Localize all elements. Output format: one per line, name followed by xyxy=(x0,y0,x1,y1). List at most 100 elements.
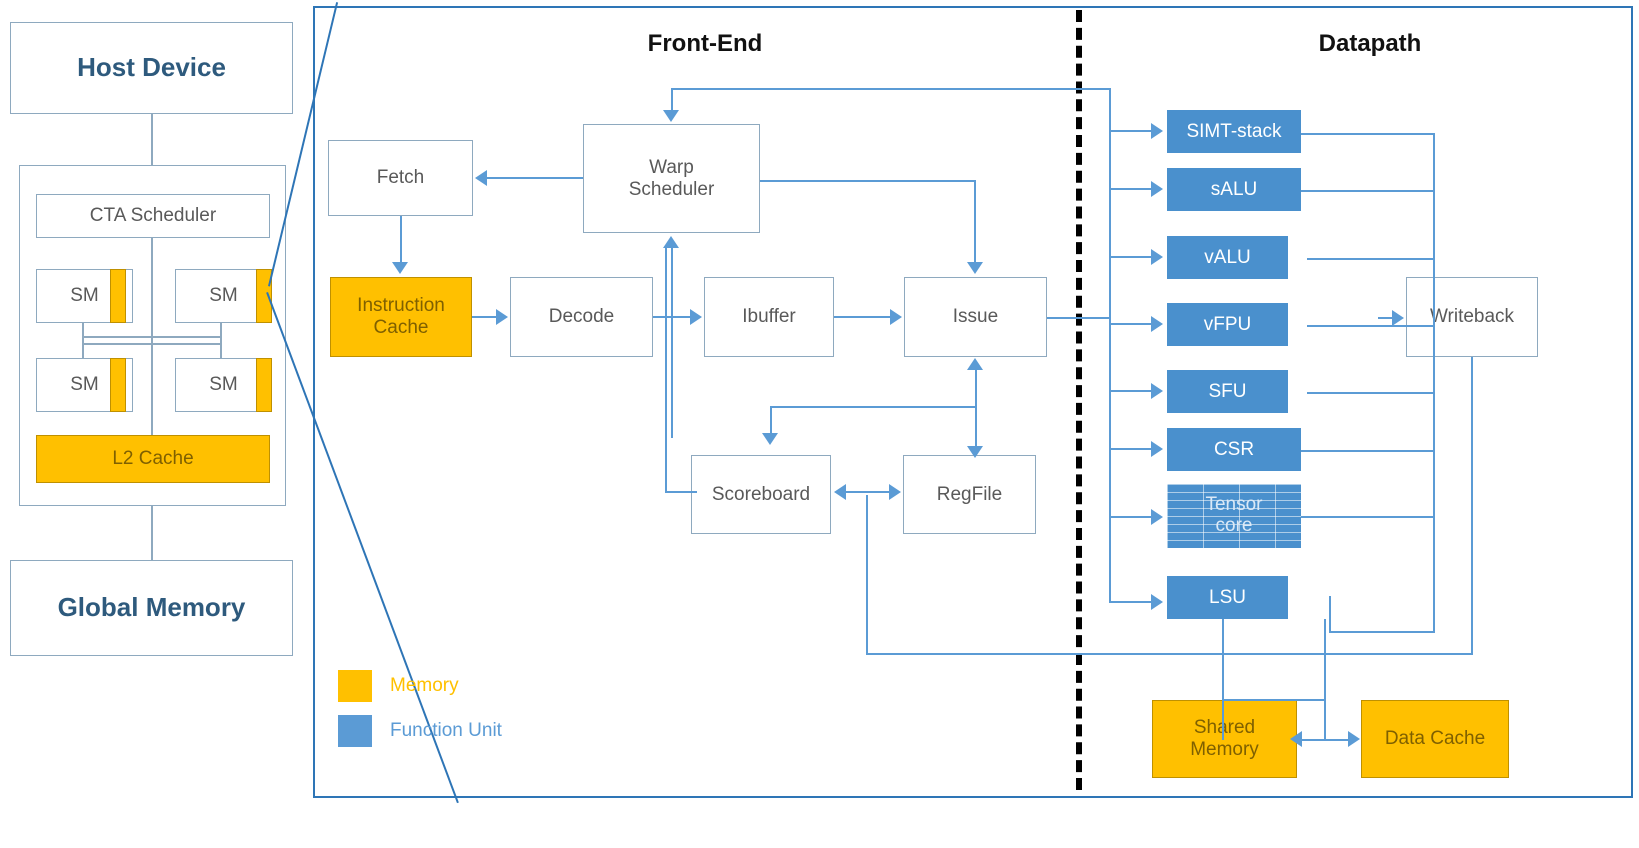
fetch-to-icache-arrow xyxy=(392,262,408,274)
ws-to-issue-arrow xyxy=(967,262,983,274)
bus-to-sfu-arrow xyxy=(1151,383,1163,399)
sm-link-cross-1 xyxy=(82,343,221,345)
front-end-title: Front-End xyxy=(647,30,763,57)
front-end-datapath-divider xyxy=(1076,10,1082,790)
shared-memory-label-1: Shared xyxy=(1193,717,1256,739)
scoreboard-box: Scoreboard xyxy=(691,441,845,534)
decode-to-ibuffer-arrow xyxy=(690,309,702,325)
sm-link-cross-2 xyxy=(82,336,221,338)
host-to-device-link xyxy=(151,114,153,165)
tensor-core-box: Tensor core xyxy=(1167,484,1301,548)
sm-link-left-v2 xyxy=(82,336,84,358)
datapath-to-ws-feedback-v xyxy=(671,88,673,110)
scoreboard-to-regfile-arrow xyxy=(889,484,901,500)
icache-to-decode-line xyxy=(472,316,498,318)
writeback-return-riser xyxy=(866,495,868,653)
bus-to-vfpu-arrow xyxy=(1151,316,1163,332)
bus-to-valu xyxy=(1109,256,1153,258)
issue-to-scoreboard-arrow xyxy=(762,433,778,445)
salu-box: sALU xyxy=(1167,168,1301,211)
regfile-to-scoreboard-arrow xyxy=(834,484,846,500)
bus-to-simt-stack-arrow xyxy=(1151,123,1163,139)
writeback-collection-bus xyxy=(1433,133,1435,633)
device-to-global-link xyxy=(151,506,153,560)
collection-bus-to-writeback-arrow xyxy=(1392,310,1404,326)
regfile-box: RegFile xyxy=(903,441,1050,534)
bus-to-valu-arrow xyxy=(1151,249,1163,265)
sfu-to-wb xyxy=(1307,392,1435,394)
bus-to-simt-stack xyxy=(1109,130,1153,132)
ws-to-issue-v xyxy=(974,180,976,262)
writeback-return-h xyxy=(866,653,1473,655)
collection-bus-wb-tap xyxy=(1378,317,1380,319)
cta-scheduler-box: CTA Scheduler xyxy=(36,194,270,238)
warp-scheduler-label-2: Scheduler xyxy=(628,178,715,200)
issue-box: Issue xyxy=(904,277,1047,357)
gpu-architecture-diagram: Host Device CTA Scheduler SM SM SM SM L2… xyxy=(0,0,1639,848)
bus-to-tensor-core-arrow xyxy=(1151,509,1163,525)
instruction-cache-label-2: Cache xyxy=(373,317,429,338)
l2-cache-box: L2 Cache xyxy=(36,435,270,483)
scoreboard-to-ws-v xyxy=(665,248,667,491)
lsu-to-wb xyxy=(1329,631,1435,633)
tensor-core-label-1: Tensor xyxy=(1205,494,1263,516)
bus-to-csr xyxy=(1109,448,1153,450)
tensor-core-label-2: core xyxy=(1215,515,1253,536)
scoreboard-to-ws-h xyxy=(665,491,697,493)
host-device-box: Host Device xyxy=(10,22,293,114)
vfpu-box: vFPU xyxy=(1167,293,1306,346)
legend-label-function-unit: Function Unit xyxy=(390,720,502,741)
fetch-to-icache-line xyxy=(400,216,402,262)
legend-label-memory: Memory xyxy=(390,675,459,696)
fetch-box: Fetch xyxy=(328,140,473,216)
vfpu-to-wb xyxy=(1307,325,1435,327)
salu-to-wb xyxy=(1301,190,1435,192)
simt-stack-to-wb xyxy=(1301,133,1435,135)
lsu-to-wb-riser xyxy=(1329,596,1331,631)
legend-swatch-function-unit xyxy=(338,715,372,747)
lsu-memory-v2 xyxy=(1324,619,1326,740)
ws-to-fetch-line xyxy=(487,177,583,179)
data-cache-box: Data Cache xyxy=(1361,700,1509,778)
decode-to-ws-line xyxy=(671,248,673,438)
writeback-box: Writeback xyxy=(1406,277,1538,357)
regfile-issue-bus xyxy=(975,370,977,446)
shared-memory-box: Shared Memory xyxy=(1152,700,1297,778)
sm-memory-strip-3 xyxy=(110,358,126,412)
warp-scheduler-label-1: Warp xyxy=(649,156,694,178)
to-data-cache-arrow xyxy=(1348,731,1360,747)
ibuffer-box: Ibuffer xyxy=(704,263,848,357)
regfile-to-issue-arrow xyxy=(967,358,983,370)
legend-swatch-memory xyxy=(338,670,372,702)
sm-link-right-v2 xyxy=(220,343,222,359)
to-shared-memory-arrow xyxy=(1290,731,1302,747)
writeback-return-v xyxy=(1471,357,1473,654)
lsu-box: LSU xyxy=(1167,566,1306,619)
lsu-to-memory-v xyxy=(1222,619,1224,740)
sm-memory-strip-1 xyxy=(110,269,126,323)
bus-to-tensor-core xyxy=(1109,516,1153,518)
csr-to-wb xyxy=(1301,450,1435,452)
datapath-distribution-bus xyxy=(1109,88,1111,603)
bus-to-sfu xyxy=(1109,390,1153,392)
decode-to-ws-arrow xyxy=(663,236,679,248)
issue-to-scoreboard-h xyxy=(770,406,976,408)
issue-to-regfile-arrow xyxy=(967,446,983,458)
bus-to-lsu-arrow xyxy=(1151,594,1163,610)
warp-scheduler-box: Warp Scheduler xyxy=(583,124,760,233)
bus-to-lsu xyxy=(1109,601,1153,603)
sm-link-right-v xyxy=(220,323,222,345)
simt-stack-box: SIMT-stack xyxy=(1167,110,1301,153)
icache-to-decode-arrow xyxy=(496,309,508,325)
sm-memory-strip-4 xyxy=(256,358,272,412)
valu-box: vALU xyxy=(1167,226,1306,279)
issue-to-datapath-line xyxy=(1047,317,1110,319)
instruction-cache-label-1: Instruction xyxy=(357,295,445,317)
issue-to-scoreboard-v xyxy=(770,406,772,433)
tensor-core-to-wb xyxy=(1301,516,1435,518)
ibuffer-to-issue-line xyxy=(834,316,892,318)
tensor-core-label: Tensor core xyxy=(1167,484,1301,548)
bus-to-csr-arrow xyxy=(1151,441,1163,457)
ws-to-fetch-arrow xyxy=(475,170,487,186)
sm-detail-panel xyxy=(313,6,1633,798)
